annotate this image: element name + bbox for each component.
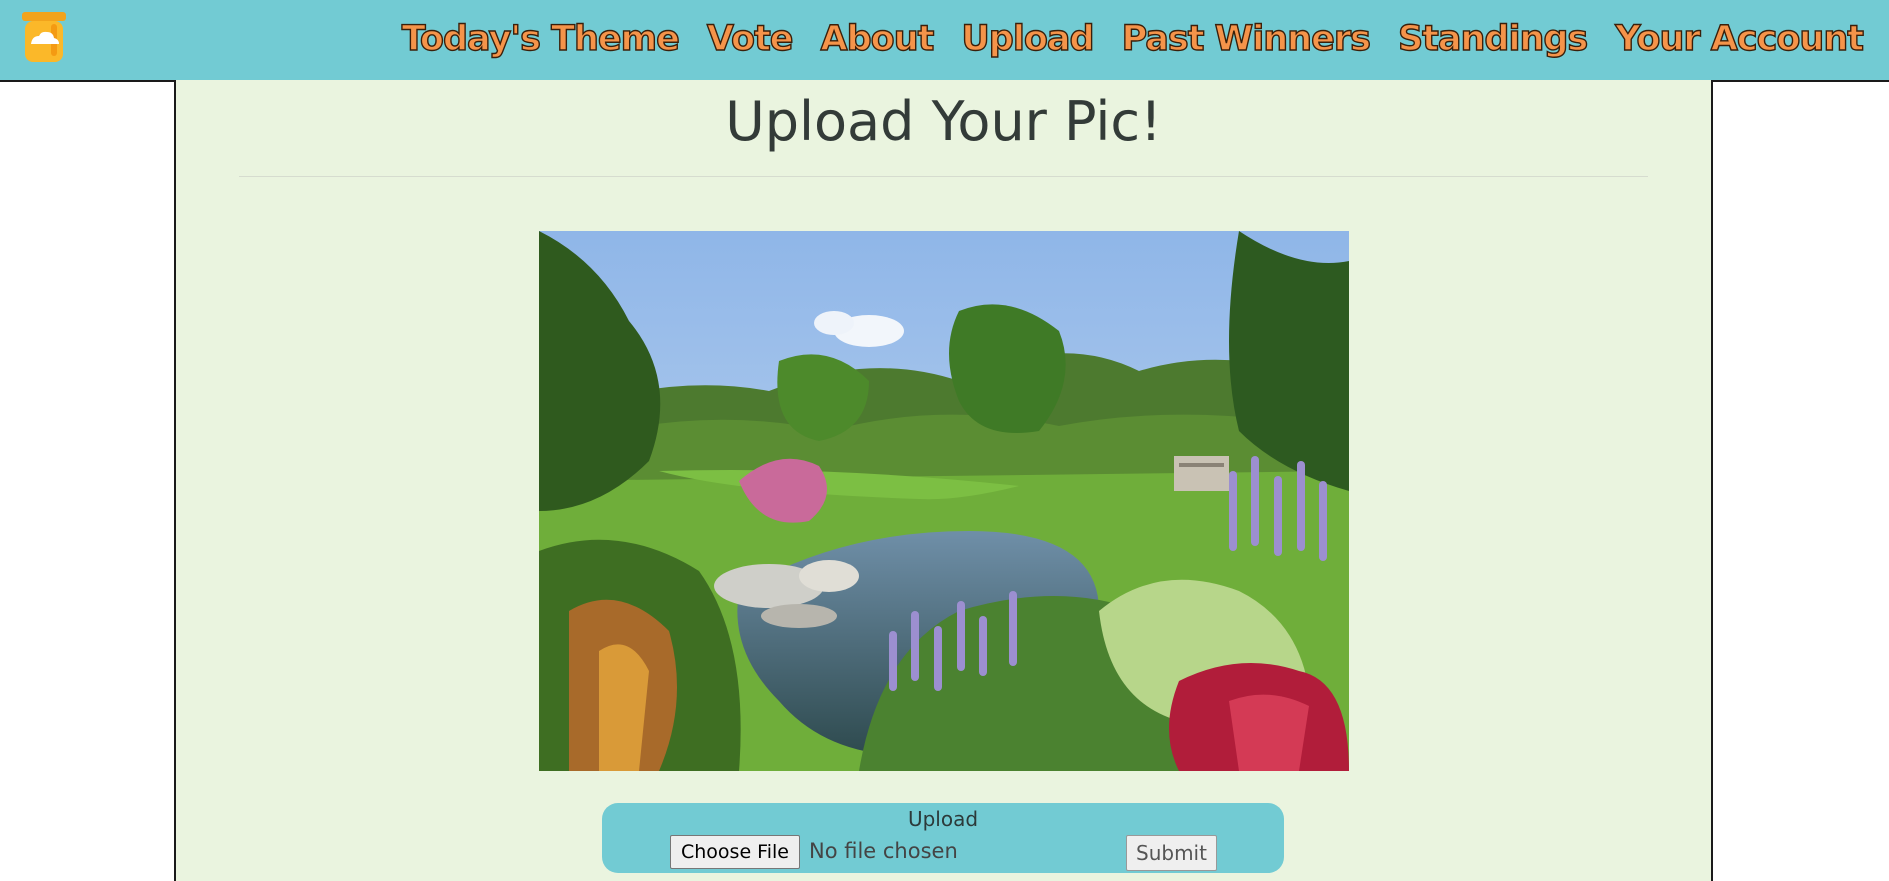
upload-form: Upload Choose File No file chosen Submit xyxy=(602,803,1284,873)
page-title: Upload Your Pic! xyxy=(725,90,1162,153)
file-status-text: No file chosen xyxy=(809,839,958,863)
nav-todays-theme[interactable]: Today's Theme xyxy=(401,14,681,64)
nav-about[interactable]: About xyxy=(820,14,935,64)
main-nav: Today's Theme Vote About Upload Past Win… xyxy=(401,14,1865,64)
honey-jar-logo-icon[interactable] xyxy=(17,10,71,64)
choose-file-button[interactable]: Choose File xyxy=(670,835,800,869)
garden-pond-photo xyxy=(539,231,1349,771)
nav-vote[interactable]: Vote xyxy=(706,14,794,64)
title-divider xyxy=(239,176,1648,177)
nav-standings[interactable]: Standings xyxy=(1397,14,1589,64)
nav-upload[interactable]: Upload xyxy=(961,14,1096,64)
content-panel: Upload Your Pic! Upload Choose File No f… xyxy=(174,80,1713,881)
upload-form-label: Upload xyxy=(907,807,979,831)
submit-button[interactable]: Submit xyxy=(1126,835,1217,871)
top-navigation-bar: Today's Theme Vote About Upload Past Win… xyxy=(0,0,1889,82)
nav-past-winners[interactable]: Past Winners xyxy=(1121,14,1372,64)
nav-your-account[interactable]: Your Account xyxy=(1615,14,1865,64)
